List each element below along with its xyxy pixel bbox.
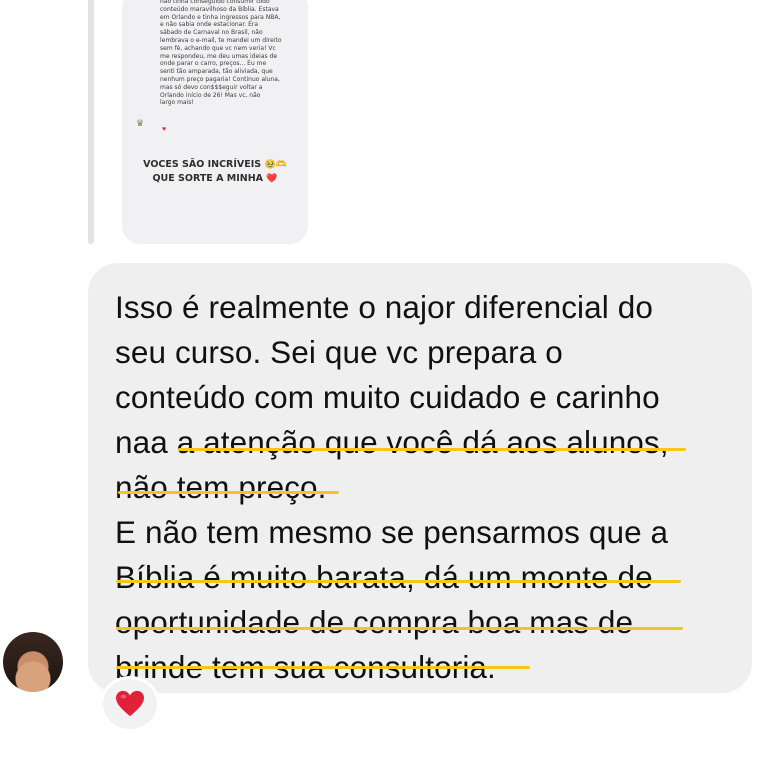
message-line: seu curso. Sei que vc prepara o bbox=[115, 334, 563, 370]
message-line: não tem preço. bbox=[115, 469, 327, 505]
caption-line-2: QUE SORTE A MINHA bbox=[152, 173, 264, 184]
mini-heart-icon: ♥ bbox=[162, 126, 167, 133]
mini-avatar-icon: ♛ bbox=[136, 118, 145, 128]
message-line: E não tem mesmo se pensarmos que a bbox=[115, 514, 669, 550]
caption-emoji-1: 🥹🫶 bbox=[264, 160, 287, 170]
highlight-underline bbox=[118, 491, 339, 494]
quoted-story-text: não tinha conseguido consumir todo conte… bbox=[160, 0, 282, 107]
avatar[interactable] bbox=[3, 632, 63, 692]
message-line: naa a atenção que você dá aos alunos, bbox=[115, 424, 669, 460]
highlight-underline bbox=[178, 448, 686, 451]
heart-icon bbox=[116, 690, 144, 717]
heart-reaction[interactable] bbox=[100, 676, 160, 732]
caption-emoji-2: ❤️ bbox=[266, 174, 278, 184]
message-line: Isso é realmente o najor diferencial do bbox=[115, 289, 653, 325]
message-line: oportunidade de compra boa mas de bbox=[115, 604, 634, 640]
highlight-underline bbox=[116, 580, 681, 583]
quoted-story-preview[interactable]: não tinha conseguido consumir todo conte… bbox=[122, 0, 308, 244]
reply-thread-line bbox=[88, 0, 94, 244]
highlight-underline bbox=[116, 627, 683, 630]
caption-line-1: VOCES SÃO INCRÍVEIS bbox=[143, 159, 262, 170]
message-line: conteúdo com muito cuidado e carinho bbox=[115, 379, 660, 415]
quoted-story-caption: VOCES SÃO INCRÍVEIS 🥹🫶 QUE SORTE A MINHA… bbox=[122, 158, 308, 186]
highlight-underline bbox=[116, 666, 530, 669]
message-line: Bíblia é muito barata, dá um monte de bbox=[115, 559, 653, 595]
